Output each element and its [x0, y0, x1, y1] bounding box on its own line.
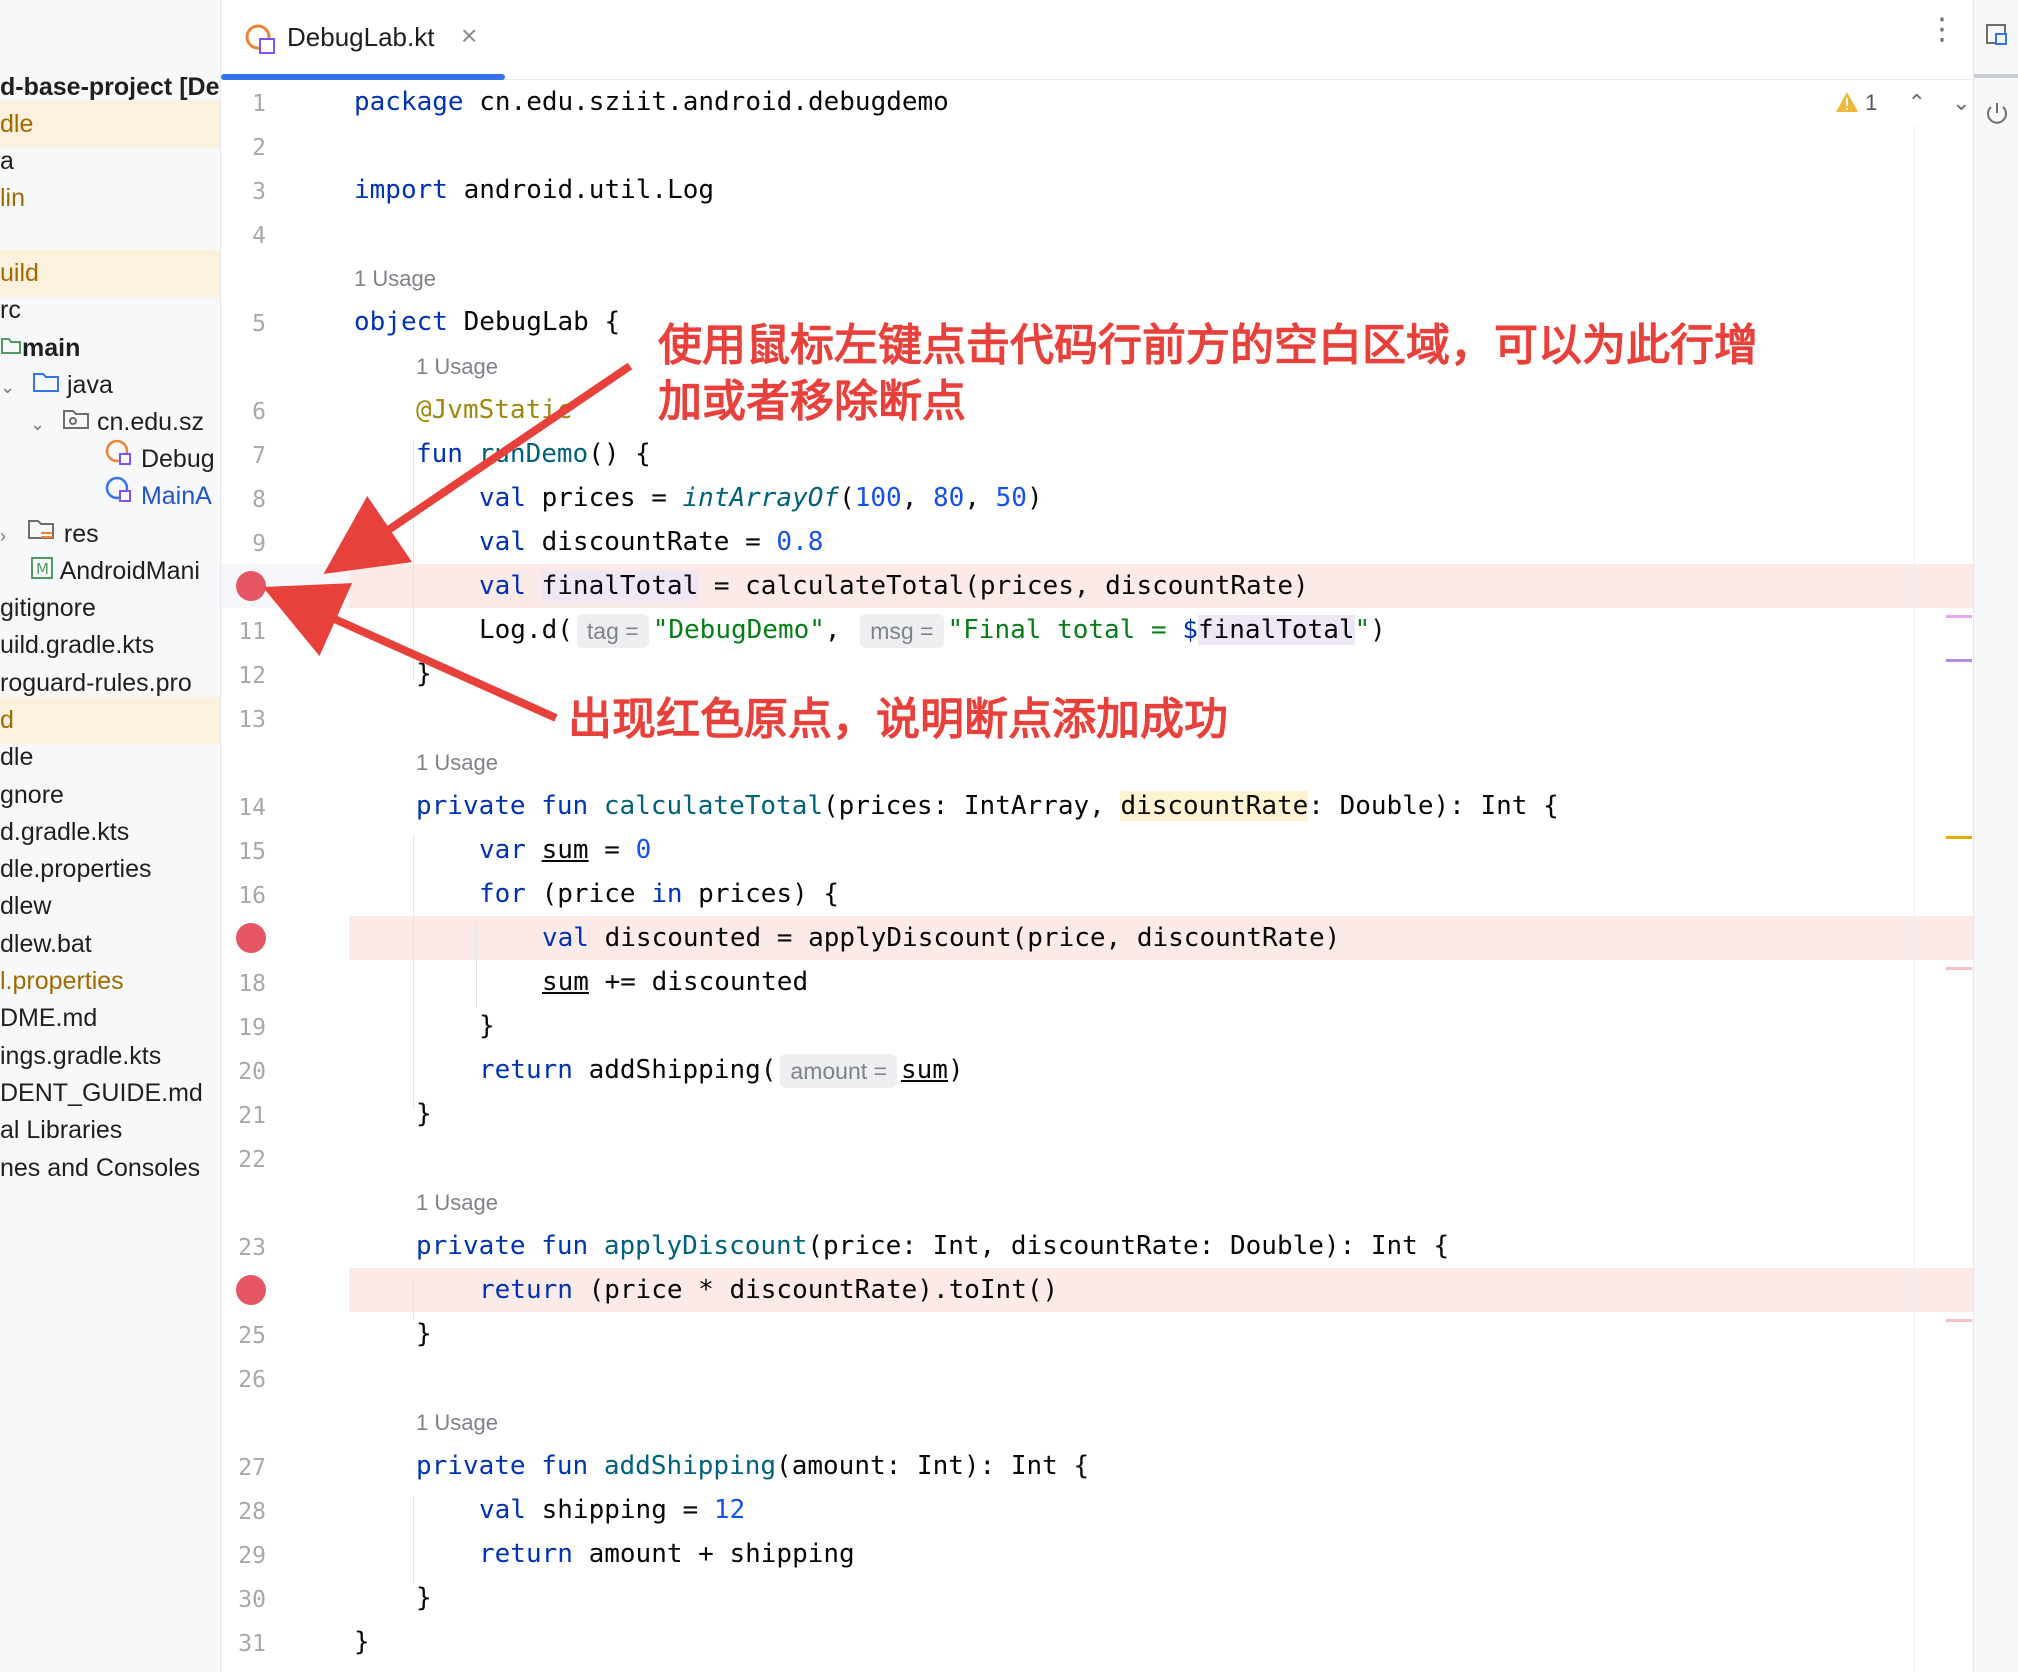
- click-hint-line: 使用鼠标左键点击代码行前方的空白区域，可以为此行增: [658, 320, 1758, 371]
- arrow-to-breakpoint: [262, 583, 558, 722]
- annotation-arrows: [262, 362, 633, 722]
- click-hint-line: 加或者移除断点: [658, 376, 966, 427]
- arrow-to-gutter: [323, 362, 633, 574]
- success-hint-annotation: 出现红色原点，说明断点添加成功: [568, 694, 1228, 745]
- click-hint-annotation: 使用鼠标左键点击代码行前方的空白区域，可以为此行增 加或者移除断点: [658, 318, 1938, 430]
